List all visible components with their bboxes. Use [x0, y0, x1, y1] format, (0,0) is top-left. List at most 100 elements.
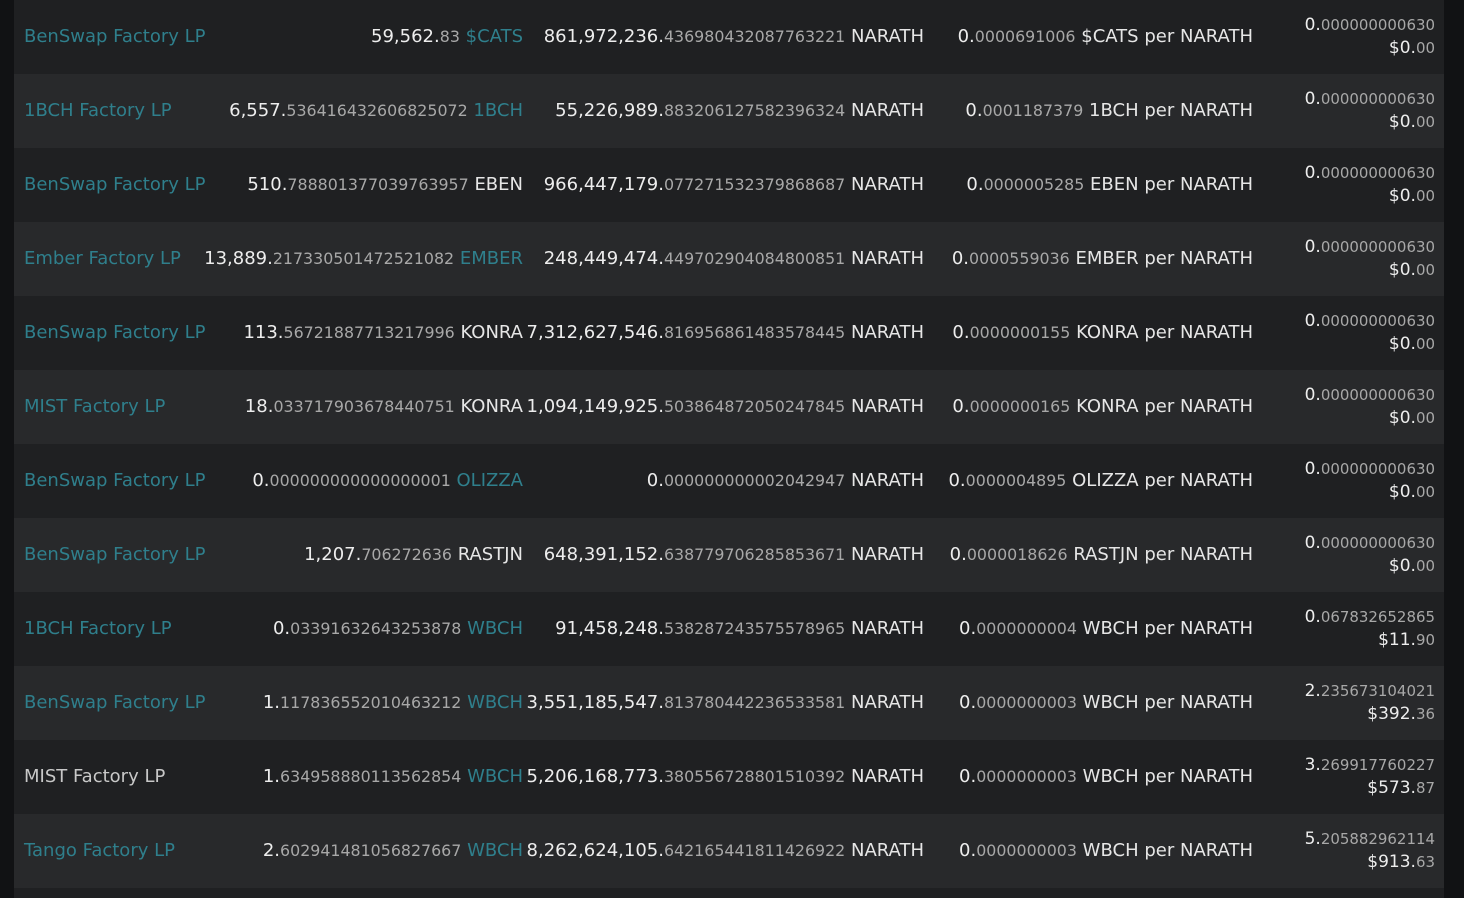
token-a-symbol: RASTJN — [457, 544, 523, 565]
value-frac: 269917760227 — [1320, 756, 1435, 775]
pool-name-link[interactable]: BenSwap Factory LP — [24, 148, 206, 222]
rate-per: per — [1144, 692, 1175, 713]
token-a-amount: 59,562.83 $CATS — [371, 0, 523, 74]
rate-int: 0. — [966, 174, 984, 195]
value-frac: 000000000630 — [1320, 90, 1435, 109]
pool-rows: BenSwap Factory LP 59,562.83 $CATS 861,9… — [14, 0, 1444, 898]
amount-frac: 706272636 — [361, 545, 452, 564]
value-int: 0. — [1304, 311, 1321, 332]
token-a-amount: 2.602941481056827667 WBCH — [263, 814, 523, 888]
amount-frac: 449702904084800851 — [663, 249, 846, 268]
usd-frac: 90 — [1415, 631, 1435, 649]
usd-frac: 00 — [1415, 261, 1435, 279]
exchange-rate: 0.0000000003 WBCH per NARATH — [959, 666, 1253, 740]
token-b-amount: 648,391,152.638779706285853671 NARATH — [544, 518, 924, 592]
token-a-symbol: KONRA — [460, 322, 523, 343]
rate-of: NARATH — [1179, 618, 1253, 639]
pool-name-link[interactable]: BenSwap Factory LP — [24, 0, 206, 74]
amount-frac: 83 — [439, 27, 460, 46]
pool-name-link[interactable]: BenSwap Factory LP — [24, 518, 206, 592]
token-b-symbol: NARATH — [850, 692, 924, 713]
pool-name-link[interactable]: BenSwap Factory LP — [24, 296, 206, 370]
value-cell: 0.000000000630 $0.00 — [1305, 222, 1435, 296]
exchange-rate: 0.0000559036 EMBER per NARATH — [952, 222, 1253, 296]
rate-symbol: OLIZZA — [1072, 470, 1139, 491]
rate-of: NARATH — [1179, 248, 1253, 269]
token-a-symbol-link[interactable]: OLIZZA — [457, 470, 523, 491]
value-int: 0. — [1304, 15, 1321, 36]
rate-frac: 0000000004 — [976, 619, 1077, 638]
token-a-symbol-link[interactable]: WBCH — [467, 766, 523, 787]
token-b-symbol: NARATH — [850, 322, 924, 343]
usd-frac: 00 — [1415, 113, 1435, 131]
usd-value: $11.90 — [1305, 629, 1435, 652]
pool-name-link[interactable]: 1BCH Factory LP — [24, 592, 172, 666]
token-a-symbol-link[interactable]: WBCH — [467, 618, 523, 639]
value-frac: 000000000630 — [1320, 386, 1435, 405]
pool-name-link[interactable]: Tango Factory LP — [24, 814, 175, 888]
rate-per: per — [1144, 248, 1175, 269]
token-b-symbol: NARATH — [850, 100, 924, 121]
rate-frac: 0000559036 — [969, 249, 1070, 268]
rate-int: 0. — [959, 766, 977, 787]
pool-name-link[interactable]: Ember Factory LP — [24, 222, 181, 296]
token-a-amount: 1.634958880113562854 WBCH — [263, 740, 523, 814]
pool-name-link[interactable]: BenSwap Factory LP — [24, 444, 206, 518]
token-a-amount: 1,207.706272636 RASTJN — [304, 518, 523, 592]
token-b-symbol: NARATH — [850, 470, 924, 491]
value-int: 0. — [1304, 89, 1321, 110]
amount-frac: 03391632643253878 — [290, 619, 462, 638]
value-frac: 235673104021 — [1320, 682, 1435, 701]
rate-int: 0. — [952, 322, 970, 343]
value-amount: 0.000000000630 — [1305, 458, 1435, 481]
value-amount: 2.235673104021 — [1305, 680, 1435, 703]
amount-frac: 380556728801510392 — [663, 767, 846, 786]
rate-int: 0. — [948, 470, 966, 491]
pool-name-link[interactable]: BenSwap Factory LP — [24, 666, 206, 740]
token-b-symbol: NARATH — [850, 26, 924, 47]
usd-value: $573.87 — [1305, 777, 1435, 800]
token-b-symbol: NARATH — [850, 174, 924, 195]
token-a-symbol-link[interactable]: EMBER — [460, 248, 523, 269]
usd-frac: 63 — [1415, 853, 1435, 871]
amount-frac: 000000000002042947 — [663, 471, 846, 490]
amount-int: 91,458,248. — [555, 618, 664, 639]
amount-int: 2. — [262, 840, 281, 861]
amount-int: 7,312,627,546. — [526, 322, 664, 343]
rate-frac: 0000000155 — [969, 323, 1071, 342]
usd-value: $392.36 — [1305, 703, 1435, 726]
usd-frac: 87 — [1415, 779, 1435, 797]
table-row: Ember Factory LP 13,889.2173305014725210… — [14, 222, 1444, 296]
token-b-amount: 5,206,168,773.380556728801510392 NARATH — [527, 740, 924, 814]
value-amount: 3.269917760227 — [1305, 754, 1435, 777]
table-row: BenSwap Factory LP 59,562.83 $CATS 861,9… — [14, 0, 1444, 74]
amount-frac: 634958880113562854 — [280, 767, 462, 786]
token-b-symbol: NARATH — [850, 396, 924, 417]
token-a-amount: 1.117836552010463212 WBCH — [263, 666, 523, 740]
pool-name-link[interactable]: MIST Factory LP — [24, 370, 165, 444]
usd-frac: 00 — [1415, 335, 1435, 353]
amount-int: 510. — [247, 174, 288, 195]
token-a-symbol-link[interactable]: WBCH — [467, 692, 523, 713]
amount-frac: 538287243575578965 — [663, 619, 846, 638]
rate-per: per — [1144, 26, 1175, 47]
token-b-amount: 55,226,989.883206127582396324 NARATH — [555, 74, 924, 148]
amount-frac: 813780442236533581 — [663, 693, 846, 712]
value-frac: 000000000630 — [1320, 238, 1435, 257]
rate-per: per — [1144, 174, 1175, 195]
token-b-symbol: NARATH — [850, 618, 924, 639]
token-a-symbol-link[interactable]: WBCH — [467, 840, 523, 861]
table-row: BenSwap Factory LP 113.56721887713217996… — [14, 296, 1444, 370]
token-a-symbol-link[interactable]: 1BCH — [473, 100, 523, 121]
amount-int: 648,391,152. — [543, 544, 664, 565]
rate-symbol: EBEN — [1090, 174, 1139, 195]
value-cell: 0.000000000630 $0.00 — [1305, 0, 1435, 74]
value-frac: 000000000630 — [1320, 16, 1435, 35]
value-amount: 0.000000000630 — [1305, 14, 1435, 37]
value-frac: 000000000630 — [1320, 312, 1435, 331]
token-a-symbol-link[interactable]: $CATS — [466, 26, 523, 47]
pool-name-link[interactable]: 1BCH Factory LP — [24, 74, 172, 148]
rate-symbol: KONRA — [1076, 322, 1139, 343]
amount-frac: 642165441811426922 — [663, 841, 846, 860]
usd-value: $0.00 — [1305, 481, 1435, 504]
